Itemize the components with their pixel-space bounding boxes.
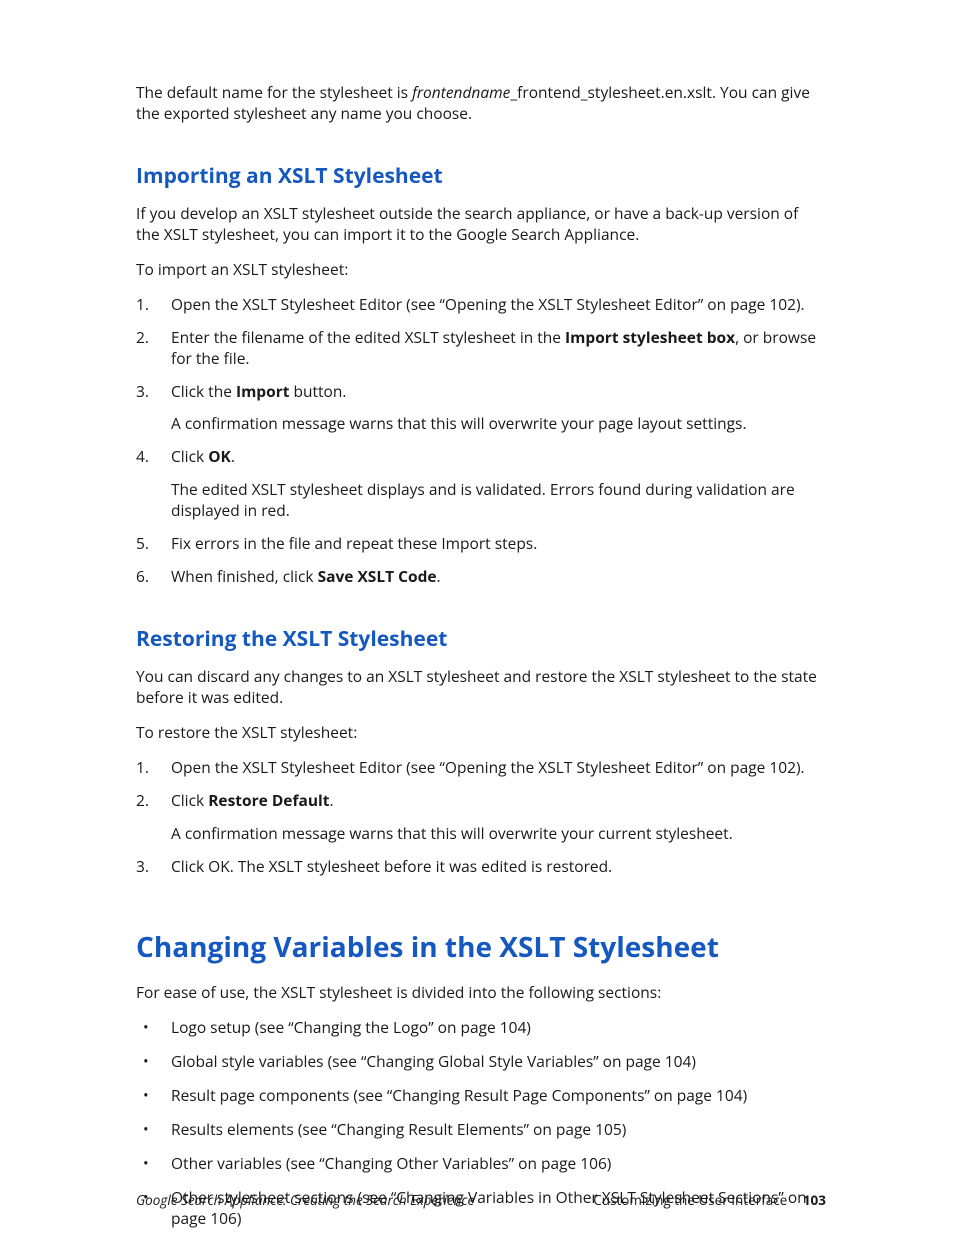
text: Click the (171, 380, 236, 402)
text: Other variables (see “Changing Other Var… (171, 1152, 611, 1174)
footer-section: Customizing the User Interface (593, 1191, 787, 1209)
list-item: Enter the filename of the edited XSLT st… (171, 327, 826, 369)
text: Result page components (see “Changing Re… (171, 1084, 747, 1106)
text-bold: Save XSLT Code (318, 565, 437, 587)
sub-text: A confirmation message warns that this w… (171, 413, 826, 434)
body-text: For ease of use, the XSLT stylesheet is … (136, 982, 826, 1003)
list-item: Results elements (see “Changing Result E… (171, 1119, 826, 1140)
text-bold: OK (208, 445, 231, 467)
footer-left: Google Search Appliance: Creating the Se… (136, 1191, 474, 1209)
text: When finished, click (171, 565, 318, 587)
text-bold: Import (236, 380, 290, 402)
text: Results elements (see “Changing Result E… (171, 1118, 626, 1140)
sub-text: The edited XSLT stylesheet displays and … (171, 479, 826, 521)
text: . (437, 565, 441, 587)
body-text: To import an XSLT stylesheet: (136, 259, 826, 280)
text: Logo setup (see “Changing the Logo” on p… (171, 1016, 531, 1038)
body-text: You can discard any changes to an XSLT s… (136, 666, 826, 708)
list-item: Global style variables (see “Changing Gl… (171, 1051, 826, 1072)
list-item: Click Restore Default. A confirmation me… (171, 790, 826, 844)
page-footer: Google Search Appliance: Creating the Se… (136, 1191, 826, 1209)
text-bold: Restore Default (208, 789, 329, 811)
text: button. (289, 380, 346, 402)
list-item: Click OK. The edited XSLT stylesheet dis… (171, 446, 826, 521)
list-item: Fix errors in the file and repeat these … (171, 533, 826, 554)
text: Fix errors in the file and repeat these … (171, 532, 537, 554)
list-item: Open the XSLT Stylesheet Editor (see “Op… (171, 757, 826, 778)
text: Open the XSLT Stylesheet Editor (see “Op… (171, 293, 805, 315)
text-bold: Import stylesheet box (565, 326, 735, 348)
footer-right: Customizing the User Interface 103 (593, 1191, 826, 1209)
heading-restoring: Restoring the XSLT Stylesheet (136, 627, 826, 652)
list-item: When finished, click Save XSLT Code. (171, 566, 826, 587)
import-steps-list: Open the XSLT Stylesheet Editor (see “Op… (136, 294, 826, 587)
text: . (231, 445, 235, 467)
text: Click OK. The XSLT stylesheet before it … (171, 855, 612, 877)
text: . (329, 789, 333, 811)
list-item: Open the XSLT Stylesheet Editor (see “Op… (171, 294, 826, 315)
text: Click (171, 789, 208, 811)
list-item: Click the Import button. A confirmation … (171, 381, 826, 435)
list-item: Logo setup (see “Changing the Logo” on p… (171, 1017, 826, 1038)
text: Open the XSLT Stylesheet Editor (see “Op… (171, 756, 805, 778)
body-text: If you develop an XSLT stylesheet outsid… (136, 203, 826, 245)
text-italic: frontendname (412, 81, 510, 103)
page-number: 103 (803, 1191, 826, 1209)
heading-importing: Importing an XSLT Stylesheet (136, 164, 826, 189)
text: Enter the filename of the edited XSLT st… (171, 326, 565, 348)
restore-steps-list: Open the XSLT Stylesheet Editor (see “Op… (136, 757, 826, 877)
sub-text: A confirmation message warns that this w… (171, 823, 826, 844)
list-item: Click OK. The XSLT stylesheet before it … (171, 856, 826, 877)
text: Click (171, 445, 208, 467)
heading-changing-variables: Changing Variables in the XSLT Styleshee… (136, 931, 826, 965)
text: The default name for the stylesheet is (136, 81, 412, 103)
list-item: Other variables (see “Changing Other Var… (171, 1153, 826, 1174)
list-item: Result page components (see “Changing Re… (171, 1085, 826, 1106)
intro-paragraph: The default name for the stylesheet is f… (136, 82, 826, 124)
body-text: To restore the XSLT stylesheet: (136, 722, 826, 743)
text: Global style variables (see “Changing Gl… (171, 1050, 696, 1072)
